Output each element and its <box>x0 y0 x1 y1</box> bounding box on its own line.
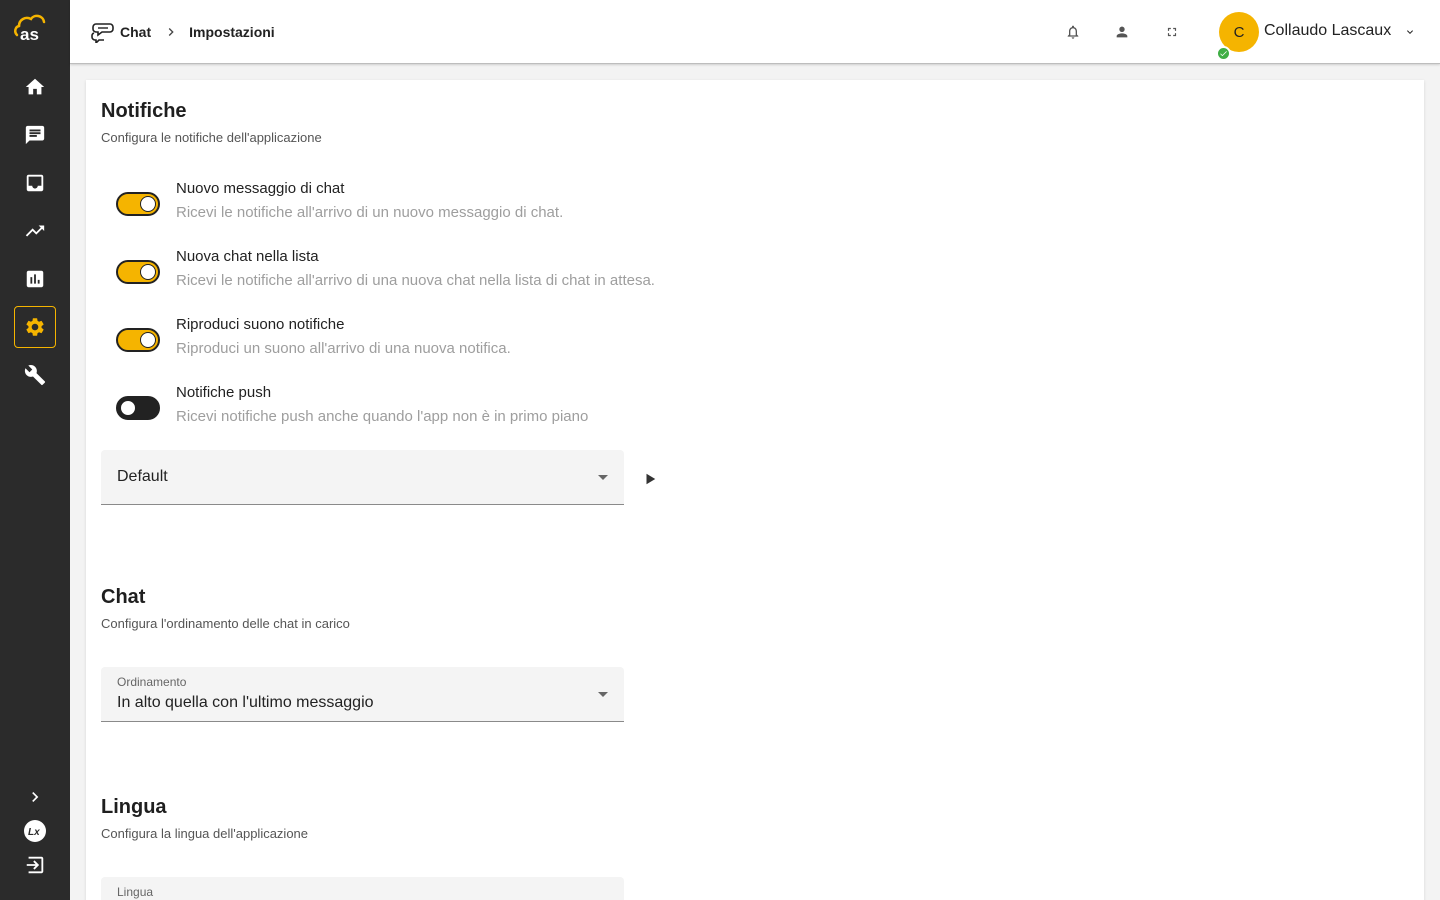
gear-icon <box>26 318 44 336</box>
dropdown-arrow-icon <box>598 475 608 480</box>
toggle-description: Riproduci un suono all'arrivo di una nuo… <box>176 340 511 357</box>
sidebar-item-reports[interactable] <box>14 258 56 300</box>
sort-select-label: Ordinamento <box>117 675 187 689</box>
trending-icon <box>25 225 45 237</box>
notifications-button[interactable] <box>1063 22 1083 42</box>
toggle-title: Nuova chat nella lista <box>176 248 319 265</box>
sort-select[interactable]: Ordinamento In alto quella con l'ultimo … <box>101 667 624 722</box>
check-icon <box>1220 51 1227 57</box>
toggle-description: Ricevi le notifiche all'arrivo di una nu… <box>176 272 655 289</box>
toggle-description: Ricevi le notifiche all'arrivo di un nuo… <box>176 204 564 221</box>
chat-icon <box>25 125 45 145</box>
fullscreen-icon <box>1167 27 1177 37</box>
chevron-right-icon <box>32 792 39 802</box>
sidebar-expand[interactable] <box>14 783 56 811</box>
language-select-label: Lingua <box>117 885 154 899</box>
home-icon <box>25 78 45 95</box>
breadcrumb-impostazioni: Impostazioni <box>189 24 275 40</box>
toggle-push[interactable] <box>116 396 160 420</box>
svg-text:Lx: Lx <box>28 827 40 838</box>
dropdown-arrow-icon <box>598 692 608 697</box>
app-logo-icon[interactable]: as <box>13 14 55 42</box>
top-bar: Chat Impostazioni C Collaudo Lascaux <box>70 0 1440 64</box>
profile-button[interactable] <box>1112 22 1132 42</box>
toggle-new-message[interactable] <box>116 192 160 216</box>
toggle-description: Ricevi notifiche push anche quando l'app… <box>176 408 589 425</box>
sidebar-item-settings[interactable] <box>14 306 56 348</box>
bell-icon <box>1067 25 1079 39</box>
toggle-new-chat[interactable] <box>116 260 160 284</box>
toggle-title: Notifiche push <box>176 384 272 401</box>
svg-text:as: as <box>20 25 39 42</box>
chevron-down-icon[interactable] <box>1404 26 1416 38</box>
sidebar: as Lx <box>0 0 70 900</box>
chat-bubbles-icon <box>91 23 114 43</box>
sidebar-item-chat[interactable] <box>14 114 56 156</box>
play-icon <box>646 473 656 485</box>
logout-icon <box>26 856 44 874</box>
sidebar-item-trending[interactable] <box>14 210 56 252</box>
user-name[interactable]: Collaudo Lascaux <box>1264 22 1391 40</box>
breadcrumb: Chat Impostazioni <box>90 20 275 44</box>
sound-select[interactable]: Default <box>101 450 624 505</box>
toggle-title: Riproduci suono notifiche <box>176 316 345 333</box>
section-subtitle-notifiche: Configura le notifiche dell'applicazione <box>101 130 322 145</box>
sidebar-item-inbox[interactable] <box>14 162 56 204</box>
bar-chart-icon <box>26 270 44 288</box>
toggle-title: Nuovo messaggio di chat <box>176 180 345 197</box>
inbox-icon <box>26 174 44 192</box>
section-title-chat: Chat <box>101 586 146 608</box>
toggle-sound[interactable] <box>116 328 160 352</box>
sidebar-item-home[interactable] <box>14 66 56 108</box>
status-online-badge <box>1216 46 1231 61</box>
person-icon <box>1116 26 1128 38</box>
section-subtitle-chat: Configura l'ordinamento delle chat in ca… <box>101 616 350 631</box>
section-title-lingua: Lingua <box>101 796 167 818</box>
lx-link[interactable]: Lx <box>14 817 56 845</box>
logout-button[interactable] <box>14 851 56 879</box>
breadcrumb-chat[interactable]: Chat <box>120 24 151 40</box>
play-sound-button[interactable] <box>642 471 658 487</box>
chevron-right-icon <box>168 28 174 36</box>
fullscreen-button[interactable] <box>1162 22 1182 42</box>
language-select[interactable]: Lingua <box>101 877 624 900</box>
section-title-notifiche: Notifiche <box>101 100 187 122</box>
wrench-icon <box>24 365 46 386</box>
sidebar-item-tools[interactable] <box>14 354 56 396</box>
settings-card: Notifiche Configura le notifiche dell'ap… <box>86 80 1424 900</box>
sort-select-value: In alto quella con l'ultimo messaggio <box>117 694 374 711</box>
lx-logo-icon: Lx <box>24 820 46 842</box>
sound-select-value: Default <box>117 468 168 485</box>
section-subtitle-lingua: Configura la lingua dell'applicazione <box>101 826 309 841</box>
